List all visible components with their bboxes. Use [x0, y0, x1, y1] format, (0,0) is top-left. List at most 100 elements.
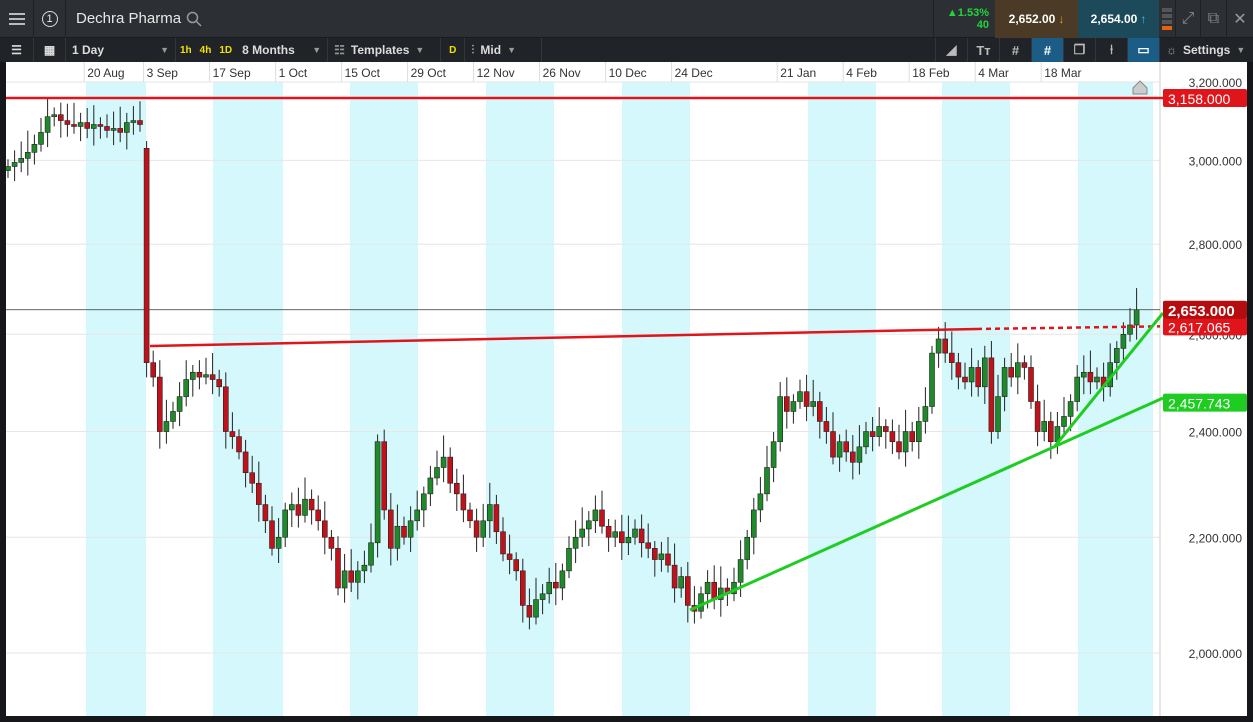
layout-icon[interactable]: ▦: [34, 38, 66, 62]
candle-body: [394, 525, 401, 549]
candle-body: [513, 559, 520, 572]
price-type-label: Mid: [480, 43, 502, 57]
candle-body: [467, 509, 473, 522]
hamburger-menu-button[interactable]: [0, 0, 34, 38]
candle-body: [51, 114, 58, 117]
draw-line-icon[interactable]: ◢: [935, 38, 967, 62]
candle-body: [764, 467, 770, 495]
candle-body: [150, 362, 156, 378]
candle-body: [612, 531, 619, 538]
drawing-d-button[interactable]: D: [441, 38, 466, 62]
tag-icon[interactable]: ▭: [1127, 38, 1159, 62]
signal-bars-icon: [1159, 0, 1175, 38]
indicator-icon[interactable]: ⍿: [1095, 38, 1127, 62]
candle-body: [242, 451, 249, 474]
candle-body: [869, 431, 876, 437]
candle-body: [698, 593, 704, 612]
interval-select[interactable]: 1 Day ▼: [66, 38, 176, 62]
candle-body: [559, 570, 566, 589]
candle-body: [223, 386, 229, 432]
candle-body: [262, 504, 269, 522]
candle-body: [810, 401, 817, 407]
candle-body: [896, 441, 902, 453]
candle-body: [216, 379, 222, 388]
candle-body: [665, 553, 671, 566]
candle-body: [539, 593, 546, 600]
candle-body: [671, 564, 678, 589]
chevron-down-icon: ▼: [507, 45, 516, 55]
candle-body: [1034, 401, 1041, 432]
range-label: 8 Months: [242, 43, 295, 57]
candle-body: [321, 520, 328, 538]
candle-body: [757, 493, 764, 511]
candle-body: [849, 451, 856, 463]
candle-body: [651, 548, 658, 560]
candle-body: [585, 520, 592, 530]
chevron-down-icon: ▼: [1236, 45, 1246, 55]
price-chart[interactable]: 20 Aug 3 Sep 17 Sep 1 Oct 15 Oct 29 Oct 12 Nov…: [5, 62, 1247, 716]
candle-body: [823, 421, 830, 432]
interval-1h[interactable]: 1h: [176, 38, 196, 62]
workspace-button[interactable]: 1: [34, 0, 66, 38]
interval-4h[interactable]: 4h: [196, 38, 216, 62]
candle-body: [955, 362, 962, 378]
candle-body: [427, 477, 434, 495]
sell-button[interactable]: 2,652.00 ↓: [995, 0, 1078, 38]
interval-1d[interactable]: 1D: [215, 38, 236, 62]
crosshair-draw-icon[interactable]: #: [1031, 38, 1063, 62]
candle-body: [183, 379, 189, 397]
candle-body: [143, 148, 150, 363]
period-band: [808, 82, 876, 716]
range-select[interactable]: 8 Months ▼: [236, 38, 329, 62]
candle-body: [579, 528, 586, 538]
change-percent: ▲1.53%: [946, 6, 989, 19]
instrument-title[interactable]: Dechra Pharma: [66, 10, 181, 27]
candle-body: [922, 406, 929, 422]
templates-select[interactable]: ☷ Templates ▼: [328, 38, 442, 62]
date-label: 4 Mar: [978, 66, 1009, 80]
settings-menu[interactable]: ☼ Settings ▼: [1159, 38, 1253, 62]
grid-icon[interactable]: #: [999, 38, 1031, 62]
candle-body: [1074, 376, 1080, 402]
candle-body: [64, 120, 71, 125]
popout-icon[interactable]: ⧉: [1201, 0, 1227, 38]
price-label: 2,800.000: [1189, 238, 1243, 252]
candle-body: [407, 520, 414, 538]
candle-body: [387, 509, 394, 549]
close-icon[interactable]: ✕: [1227, 0, 1253, 38]
candle-body: [440, 456, 447, 468]
price-label: 2,000.000: [1189, 647, 1243, 661]
candle-body: [981, 357, 988, 388]
price-label: 3,200.000: [1189, 76, 1243, 90]
candle-body: [31, 144, 38, 153]
candle-body: [1061, 416, 1067, 427]
chart-toolbar: ☰ ▦ 1 Day ▼ 1h 4h 1D 8 Months ▼ ☷ Templates…: [0, 38, 1253, 62]
date-label: 18 Feb: [912, 66, 950, 80]
layers-icon[interactable]: ❐: [1063, 38, 1095, 62]
chevron-down-icon: ▼: [160, 45, 169, 55]
candle-body: [97, 124, 104, 127]
candle-body: [519, 570, 526, 606]
buy-button[interactable]: 2,654.00 ↑: [1078, 0, 1159, 38]
search-icon[interactable]: [186, 11, 202, 27]
candle-body: [1087, 371, 1094, 383]
candle-body: [288, 504, 295, 511]
candle-body: [645, 542, 652, 549]
candle-body: [592, 509, 599, 522]
change-absolute: 40: [976, 18, 989, 31]
candle-body: [460, 493, 467, 511]
candle-body: [368, 542, 374, 566]
buy-price: 2,654.00: [1090, 11, 1138, 26]
chart-canvas[interactable]: 20 Aug 3 Sep 17 Sep 1 Oct 15 Oct 29 Oct 12 Nov…: [5, 62, 1247, 716]
period-band: [486, 82, 554, 716]
candle-body: [18, 158, 24, 163]
period-band: [1078, 82, 1153, 716]
candle-body: [744, 536, 751, 560]
resistance-level-tag: 3,158.000: [1168, 91, 1230, 107]
list-icon[interactable]: ☰: [0, 38, 34, 62]
candle-body: [948, 352, 955, 363]
price-type-select[interactable]: ⫶ Mid ▼: [465, 38, 543, 62]
expand-icon[interactable]: ⤢: [1175, 0, 1201, 38]
trend-level-tag: 2,617.065: [1168, 319, 1230, 335]
text-size-icon[interactable]: Tт: [967, 38, 999, 62]
